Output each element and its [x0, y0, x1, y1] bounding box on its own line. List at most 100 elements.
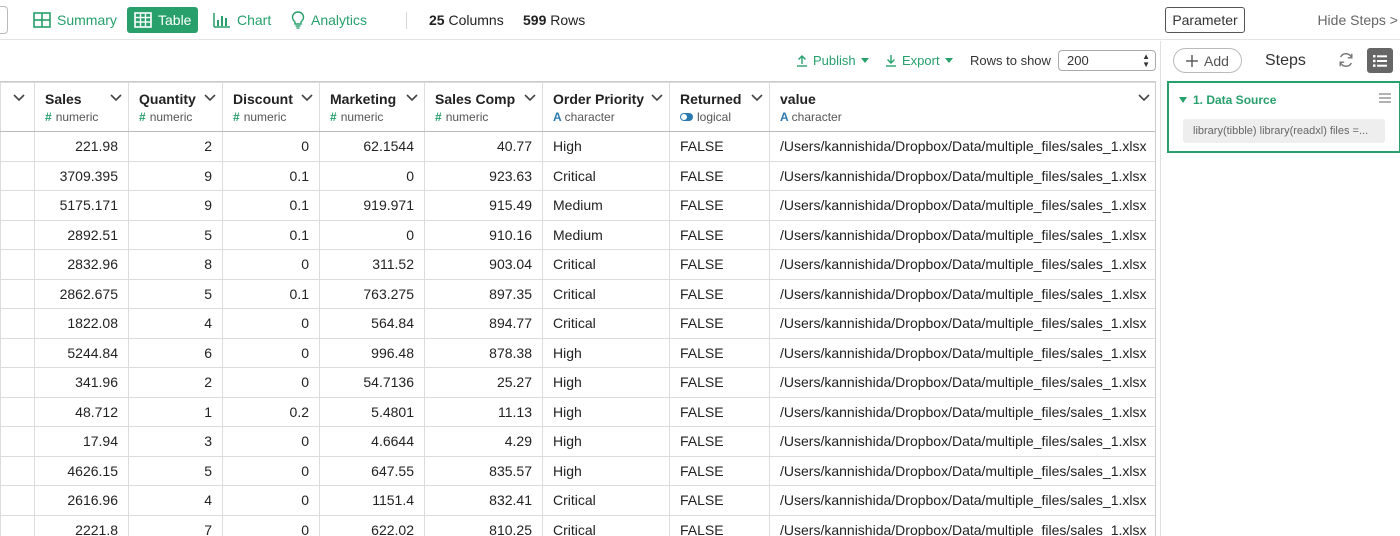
- row-selector-cell[interactable]: [0, 337, 35, 368]
- publish-button[interactable]: Publish: [796, 53, 869, 68]
- table-row[interactable]: 48.712 1 0.2 5.4801 11.13 High FALSE/Users/kan…: [0, 396, 1155, 427]
- table-cell[interactable]: High: [542, 455, 670, 486]
- row-selector-cell[interactable]: [0, 308, 35, 339]
- table-cell[interactable]: /Users/kannishida/Dropbox/Data/multiple_…: [769, 396, 1155, 427]
- table-row[interactable]: 2862.675 5 0.1 763.275 897.35 Critical FALSE/U…: [0, 278, 1155, 309]
- rows-to-show-select[interactable]: 200 ▲ ▼: [1058, 50, 1156, 71]
- table-cell[interactable]: 0: [222, 514, 320, 536]
- caret-down-icon[interactable]: [1179, 97, 1187, 103]
- table-cell[interactable]: Critical: [542, 514, 670, 536]
- table-cell[interactable]: 2832.96: [34, 249, 129, 280]
- table-cell[interactable]: 54.7136: [319, 367, 425, 398]
- table-cell[interactable]: 919.971: [319, 190, 425, 221]
- table-cell[interactable]: 2: [128, 131, 223, 162]
- table-cell[interactable]: Critical: [542, 249, 670, 280]
- table-cell[interactable]: 915.49: [424, 190, 543, 221]
- column-header[interactable]: value Acharacter: [769, 82, 1155, 132]
- table-cell[interactable]: 996.48: [319, 337, 425, 368]
- table-cell[interactable]: FALSE: [669, 337, 770, 368]
- table-cell[interactable]: FALSE: [669, 426, 770, 457]
- table-cell[interactable]: FALSE: [669, 485, 770, 516]
- table-row[interactable]: 341.96 2 0 54.7136 25.27 High FALSE/Users/kann…: [0, 367, 1155, 398]
- table-cell[interactable]: Critical: [542, 485, 670, 516]
- chevron-down-icon[interactable]: [651, 94, 663, 102]
- table-cell[interactable]: 6: [128, 337, 223, 368]
- table-cell[interactable]: 647.55: [319, 455, 425, 486]
- table-cell[interactable]: FALSE: [669, 367, 770, 398]
- table-cell[interactable]: /Users/kannishida/Dropbox/Data/multiple_…: [769, 249, 1155, 280]
- chevron-down-icon[interactable]: [751, 94, 763, 102]
- table-row[interactable]: 17.94 3 0 4.6644 4.29 High FALSE/Users/kannish…: [0, 426, 1155, 457]
- table-cell[interactable]: 40.77: [424, 131, 543, 162]
- table-cell[interactable]: High: [542, 367, 670, 398]
- step-code-preview[interactable]: library(tibble) library(readxl) files =.…: [1183, 119, 1385, 143]
- hide-steps-link[interactable]: Hide Steps >: [1317, 12, 1398, 28]
- table-cell[interactable]: FALSE: [669, 396, 770, 427]
- table-cell[interactable]: 5244.84: [34, 337, 129, 368]
- table-cell[interactable]: 835.57: [424, 455, 543, 486]
- table-cell[interactable]: Medium: [542, 219, 670, 250]
- chevron-down-icon[interactable]: [1138, 94, 1150, 102]
- table-cell[interactable]: 17.94: [34, 426, 129, 457]
- table-cell[interactable]: 763.275: [319, 278, 425, 309]
- left-panel-toggle[interactable]: [0, 6, 8, 34]
- chevron-down-icon[interactable]: [110, 94, 122, 102]
- row-selector-header[interactable]: [0, 82, 35, 132]
- table-cell[interactable]: 923.63: [424, 160, 543, 191]
- table-cell[interactable]: FALSE: [669, 514, 770, 536]
- table-cell[interactable]: FALSE: [669, 249, 770, 280]
- list-view-button[interactable]: [1367, 48, 1393, 73]
- table-cell[interactable]: 0: [222, 308, 320, 339]
- column-header[interactable]: Quantity # numeric: [128, 82, 223, 132]
- table-cell[interactable]: 4626.15: [34, 455, 129, 486]
- table-cell[interactable]: 878.38: [424, 337, 543, 368]
- table-cell[interactable]: Critical: [542, 308, 670, 339]
- table-cell[interactable]: /Users/kannishida/Dropbox/Data/multiple_…: [769, 131, 1155, 162]
- table-cell[interactable]: /Users/kannishida/Dropbox/Data/multiple_…: [769, 426, 1155, 457]
- table-cell[interactable]: 2221.8: [34, 514, 129, 536]
- row-selector-cell[interactable]: [0, 514, 35, 536]
- row-selector-cell[interactable]: [0, 219, 35, 250]
- table-cell[interactable]: 0.1: [222, 278, 320, 309]
- table-cell[interactable]: 25.27: [424, 367, 543, 398]
- table-cell[interactable]: 897.35: [424, 278, 543, 309]
- table-cell[interactable]: 0.2: [222, 396, 320, 427]
- table-cell[interactable]: 622.02: [319, 514, 425, 536]
- row-selector-cell[interactable]: [0, 455, 35, 486]
- table-cell[interactable]: /Users/kannishida/Dropbox/Data/multiple_…: [769, 367, 1155, 398]
- row-selector-cell[interactable]: [0, 426, 35, 457]
- row-selector-cell[interactable]: [0, 367, 35, 398]
- table-cell[interactable]: 0: [222, 455, 320, 486]
- table-cell[interactable]: 0: [319, 219, 425, 250]
- table-cell[interactable]: 5: [128, 455, 223, 486]
- table-cell[interactable]: /Users/kannishida/Dropbox/Data/multiple_…: [769, 455, 1155, 486]
- column-header[interactable]: Order Priority Acharacter: [542, 82, 670, 132]
- table-row[interactable]: 2221.8 7 0 622.02 810.25 Critical FALSE/Users/…: [0, 514, 1155, 536]
- table-cell[interactable]: 1151.4: [319, 485, 425, 516]
- table-cell[interactable]: 5175.171: [34, 190, 129, 221]
- column-header[interactable]: Sales # numeric: [34, 82, 129, 132]
- step-card-data-source[interactable]: 1. Data Source library(tibble) library(r…: [1167, 81, 1400, 153]
- table-cell[interactable]: Critical: [542, 160, 670, 191]
- table-cell[interactable]: 8: [128, 249, 223, 280]
- table-cell[interactable]: FALSE: [669, 308, 770, 339]
- table-cell[interactable]: 1: [128, 396, 223, 427]
- table-cell[interactable]: 832.41: [424, 485, 543, 516]
- table-cell[interactable]: 48.712: [34, 396, 129, 427]
- table-cell[interactable]: 0.1: [222, 160, 320, 191]
- table-cell[interactable]: High: [542, 426, 670, 457]
- refresh-icon[interactable]: [1337, 51, 1355, 69]
- table-cell[interactable]: 0: [222, 367, 320, 398]
- table-row[interactable]: 2892.51 5 0.1 0 910.16 Medium FALSE/Users/kann…: [0, 219, 1155, 250]
- table-row[interactable]: 221.98 2 0 62.1544 40.77 High FALSE/Users/kann…: [0, 131, 1155, 162]
- table-cell[interactable]: 5: [128, 278, 223, 309]
- table-cell[interactable]: 910.16: [424, 219, 543, 250]
- column-header[interactable]: Marketing # numeric: [319, 82, 425, 132]
- table-cell[interactable]: 3709.395: [34, 160, 129, 191]
- table-row[interactable]: 5175.171 9 0.1 919.971 915.49 Medium FALSE/Use…: [0, 190, 1155, 221]
- table-cell[interactable]: High: [542, 131, 670, 162]
- table-cell[interactable]: 7: [128, 514, 223, 536]
- table-cell[interactable]: /Users/kannishida/Dropbox/Data/multiple_…: [769, 337, 1155, 368]
- row-selector-cell[interactable]: [0, 160, 35, 191]
- table-cell[interactable]: 62.1544: [319, 131, 425, 162]
